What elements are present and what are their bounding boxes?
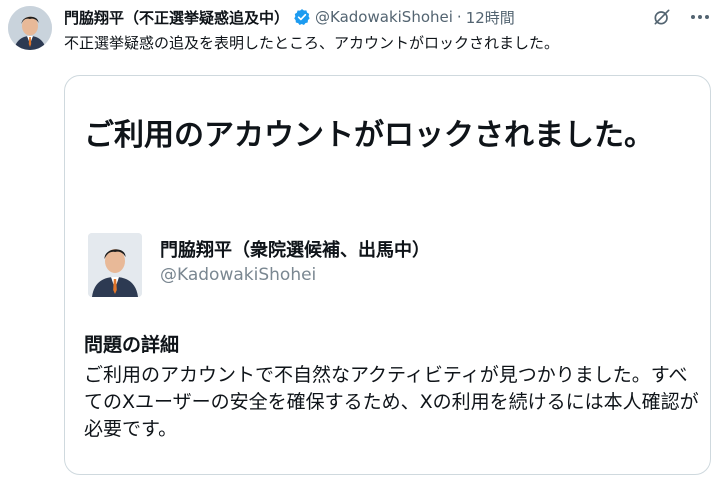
- more-icon[interactable]: [688, 6, 712, 28]
- author-handle[interactable]: @KadowakiShohei: [315, 8, 453, 26]
- details-heading: 問題の詳細: [84, 334, 180, 356]
- tweet-timestamp[interactable]: 12時間: [466, 7, 515, 28]
- tweet: 門脇翔平（不正選挙疑惑追及中） @KadowakiShohei · 12時間 不: [64, 6, 712, 53]
- avatar[interactable]: [8, 6, 52, 50]
- tweet-media-card[interactable]: ご利用のアカウントがロックされました。 門脇翔平（衆院選候補、出馬中） @Kad…: [64, 75, 711, 475]
- grok-icon[interactable]: [650, 6, 674, 28]
- tweet-actions: [650, 6, 712, 28]
- details-text: ご利用のアカウントで不自然なアクティビティが見つかりました。すべてのXユーザーの…: [84, 364, 699, 440]
- avatar-image: [8, 6, 52, 50]
- separator-dot: ·: [456, 8, 462, 26]
- card-avatar: [88, 233, 142, 297]
- tweet-header: 門脇翔平（不正選挙疑惑追及中） @KadowakiShohei · 12時間: [64, 6, 712, 28]
- card-title: ご利用のアカウントがロックされました。: [84, 118, 654, 153]
- author-name[interactable]: 門脇翔平（不正選挙疑惑追及中）: [64, 7, 289, 28]
- card-user-handle: @KadowakiShohei: [160, 265, 317, 285]
- card-user-name: 門脇翔平（衆院選候補、出馬中）: [160, 240, 430, 261]
- verified-badge-icon: [293, 8, 311, 26]
- tweet-text: 不正選挙疑惑の追及を表明したところ、アカウントがロックされました。: [64, 34, 560, 52]
